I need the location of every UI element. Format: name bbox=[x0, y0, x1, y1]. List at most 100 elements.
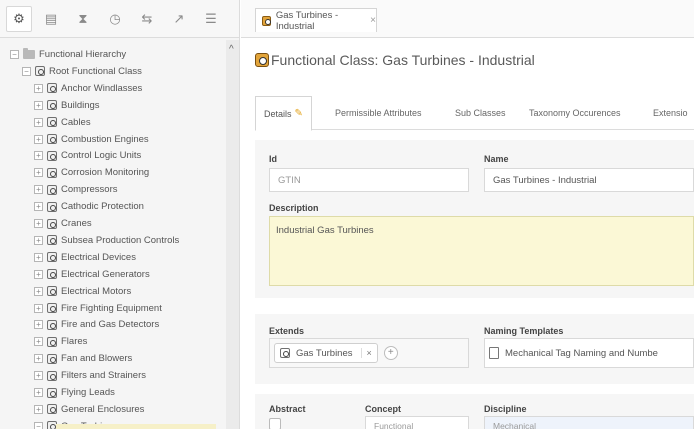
discipline-field[interactable]: Mechanical bbox=[484, 416, 694, 429]
expand-icon[interactable]: + bbox=[34, 185, 43, 195]
functional-class-icon bbox=[47, 184, 57, 195]
expand-icon[interactable]: + bbox=[34, 83, 43, 93]
tree-item-label: Fan and Blowers bbox=[61, 353, 133, 365]
naming-template-value: Mechanical Tag Naming and Numbe bbox=[505, 347, 658, 359]
functional-hierarchy-tree: − Functional Hierarchy − Root Functional Cl… bbox=[0, 42, 225, 429]
naming-templates-field[interactable]: Mechanical Tag Naming and Numbe bbox=[484, 338, 694, 368]
tree-item[interactable]: + Cranes bbox=[34, 215, 92, 232]
tree-item[interactable]: + Cables bbox=[34, 114, 91, 131]
classification-panel: Abstract Concept Functional Discipline M… bbox=[255, 394, 694, 429]
expand-icon[interactable]: + bbox=[34, 269, 43, 279]
tree-item-label: Electrical Motors bbox=[61, 285, 132, 297]
tree-item-label: Fire Fighting Equipment bbox=[61, 302, 162, 314]
expand-icon[interactable]: + bbox=[34, 202, 43, 212]
tab-permissible-attributes[interactable]: Permissible Attributes bbox=[335, 96, 422, 130]
document-icon[interactable]: ▤ bbox=[38, 6, 64, 32]
close-icon[interactable]: × bbox=[370, 15, 376, 26]
tree-item[interactable]: + Buildings bbox=[34, 97, 100, 114]
tree-item[interactable]: + Combustion Engines bbox=[34, 131, 149, 148]
tree-scrollbar[interactable] bbox=[226, 40, 239, 429]
functional-class-icon bbox=[47, 370, 57, 381]
functional-class-icon bbox=[47, 201, 57, 212]
collapse-icon[interactable]: − bbox=[34, 421, 43, 429]
tree-item-label: Buildings bbox=[61, 99, 100, 111]
expand-icon[interactable]: + bbox=[34, 371, 43, 381]
concept-field[interactable]: Functional bbox=[365, 416, 469, 429]
expand-icon[interactable]: + bbox=[34, 100, 43, 110]
abstract-checkbox[interactable] bbox=[269, 418, 281, 429]
expand-icon[interactable]: + bbox=[34, 337, 43, 347]
expand-icon[interactable]: + bbox=[34, 151, 43, 161]
tree-item[interactable]: + Fire and Gas Detectors bbox=[34, 316, 159, 333]
tree-item[interactable]: + Cathodic Protection bbox=[34, 198, 144, 215]
tree-item[interactable]: + Filters and Strainers bbox=[34, 367, 146, 384]
add-extends-button[interactable]: + bbox=[383, 346, 398, 360]
left-panel: ⚙ ▤ ⧗ ◷ ⇆ ↗ ☰ ^ − Functional Hierarchy − Ro… bbox=[0, 0, 240, 429]
tree-item-label: Cranes bbox=[61, 218, 92, 229]
expand-icon[interactable]: + bbox=[34, 219, 43, 228]
expand-icon[interactable]: + bbox=[34, 303, 43, 313]
expand-icon[interactable]: + bbox=[34, 404, 43, 414]
expand-icon[interactable]: + bbox=[34, 134, 43, 144]
tree-item[interactable]: + Electrical Motors bbox=[34, 283, 131, 300]
chart-icon[interactable]: ↗ bbox=[166, 6, 192, 32]
functional-class-icon bbox=[47, 218, 57, 229]
tree-item-label: Electrical Generators bbox=[61, 268, 150, 280]
tree-item[interactable]: + Compressors bbox=[34, 181, 118, 198]
tab-gas-turbines-industrial[interactable]: Gas Turbines - Industrial × bbox=[255, 8, 377, 32]
tab-details[interactable]: Details ✎ bbox=[255, 96, 312, 131]
expand-icon[interactable]: + bbox=[34, 252, 43, 262]
selected-tree-row[interactable] bbox=[56, 424, 216, 429]
functional-class-icon bbox=[47, 404, 57, 415]
expand-icon[interactable]: + bbox=[34, 168, 43, 178]
description-field[interactable]: Industrial Gas Turbines bbox=[269, 216, 694, 286]
tree-item[interactable]: + Control Logic Units bbox=[34, 147, 141, 164]
tree-item[interactable]: + Subsea Production Controls bbox=[34, 232, 179, 249]
tab-extensions[interactable]: Extensio bbox=[653, 96, 688, 130]
tab-taxonomy-occurences[interactable]: Taxonomy Occurences bbox=[529, 96, 621, 130]
expand-icon[interactable]: + bbox=[34, 354, 43, 364]
tree-item-label: Control Logic Units bbox=[61, 150, 142, 162]
tree-item[interactable]: + Flares bbox=[34, 333, 87, 350]
tree-item[interactable]: + Electrical Devices bbox=[34, 249, 136, 266]
functional-class-icon bbox=[280, 348, 290, 358]
tree-item-label: Electrical Devices bbox=[61, 251, 136, 263]
id-field[interactable]: GTIN bbox=[269, 168, 469, 192]
tree-item-label: General Enclosures bbox=[61, 403, 145, 415]
gear-icon[interactable]: ⚙ bbox=[6, 5, 32, 32]
link-icon[interactable]: ⇆ bbox=[134, 6, 160, 32]
collapse-icon[interactable]: − bbox=[10, 50, 19, 59]
hourglass-icon[interactable]: ⧗ bbox=[70, 6, 96, 32]
expand-icon[interactable]: + bbox=[34, 235, 43, 245]
tree-item[interactable]: + Electrical Generators bbox=[34, 266, 150, 283]
tab-sub-classes[interactable]: Sub Classes bbox=[455, 96, 506, 130]
detail-tabs: Details ✎ Permissible Attributes Sub Cla… bbox=[255, 96, 694, 131]
expand-icon[interactable]: + bbox=[34, 286, 43, 296]
naming-templates-label: Naming Templates bbox=[484, 326, 564, 336]
list-icon[interactable]: ☰ bbox=[198, 6, 224, 32]
extends-panel: Extends Gas Turbines × + Naming Template… bbox=[255, 314, 694, 384]
tree-item[interactable]: + General Enclosures bbox=[34, 401, 144, 418]
tree-item[interactable]: + Fan and Blowers bbox=[34, 350, 132, 367]
name-field[interactable]: Gas Turbines - Industrial bbox=[484, 168, 694, 192]
expand-icon[interactable]: + bbox=[34, 388, 43, 397]
tree-root-functional-hierarchy[interactable]: − Functional Hierarchy bbox=[10, 46, 126, 63]
expand-icon[interactable]: + bbox=[34, 320, 43, 330]
tree-item[interactable]: + Corrosion Monitoring bbox=[34, 164, 149, 181]
extends-field[interactable]: Gas Turbines × + bbox=[269, 338, 469, 368]
collapse-panel-icon[interactable]: ^ bbox=[229, 44, 234, 55]
tree-item[interactable]: + Anchor Windlasses bbox=[34, 80, 142, 97]
remove-chip-icon[interactable]: × bbox=[360, 348, 372, 358]
discipline-label: Discipline bbox=[484, 404, 527, 414]
functional-class-icon bbox=[47, 353, 57, 364]
tab-details-label: Details bbox=[264, 108, 292, 119]
tree-item-root-functional-class[interactable]: − Root Functional Class bbox=[22, 63, 142, 80]
tree-item[interactable]: + Flying Leads bbox=[34, 384, 115, 401]
tree-item[interactable]: + Fire Fighting Equipment bbox=[34, 300, 162, 317]
functional-class-icon bbox=[47, 387, 57, 398]
expand-icon[interactable]: + bbox=[34, 117, 43, 127]
functional-class-icon bbox=[47, 303, 57, 313]
clock-icon[interactable]: ◷ bbox=[102, 6, 128, 32]
collapse-icon[interactable]: − bbox=[22, 66, 31, 76]
description-label: Description bbox=[269, 203, 319, 213]
